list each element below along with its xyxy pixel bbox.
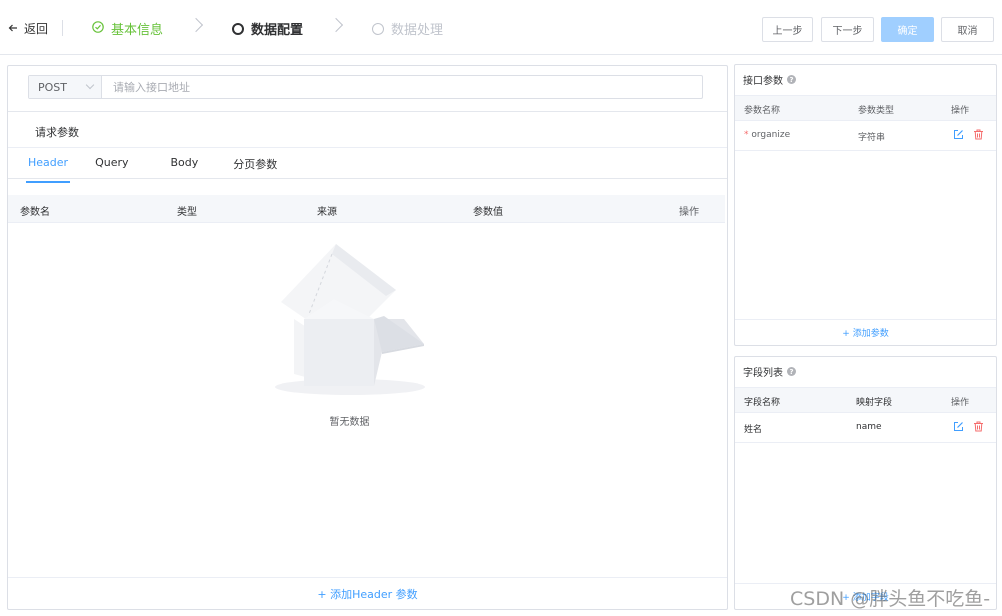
panel-title: 字段列表 ?: [743, 364, 796, 379]
step-basic-info[interactable]: 基本信息: [92, 19, 163, 38]
panel-title: 接口参数 ?: [743, 72, 796, 87]
field-name: 姓名: [744, 425, 763, 435]
confirm-button[interactable]: 确定: [881, 17, 934, 42]
top-toolbar: 返回 基本信息 数据配置 数据处理 上一步 下一步 确定 取消: [0, 0, 1002, 55]
interface-params-panel: 接口参数 ? 参数名称 参数类型 操作 * organize 字符串 + 添加参…: [734, 64, 997, 346]
required-mark: *: [744, 130, 749, 140]
column-header: 参数类型: [858, 106, 895, 116]
divider: [8, 147, 727, 148]
param-name-cell: * organize: [744, 130, 790, 140]
param-type: 字符串: [858, 133, 886, 143]
circle-icon: [372, 22, 384, 35]
empty-box-illustration: [274, 244, 426, 399]
column-header: 参数名称: [744, 106, 781, 116]
next-step-button[interactable]: 下一步: [821, 17, 874, 42]
question-icon[interactable]: ?: [787, 75, 796, 84]
field-mapping: name: [856, 422, 882, 432]
add-param-button[interactable]: + 添加参数: [735, 319, 996, 345]
section-title: 请求参数: [35, 126, 79, 139]
table-header: 字段名称 映射字段 操作: [735, 387, 996, 413]
prev-step-button[interactable]: 上一步: [762, 17, 813, 42]
back-label: 返回: [24, 22, 49, 36]
chevron-right-icon: [188, 17, 204, 33]
delete-icon[interactable]: [973, 421, 984, 435]
param-name: organize: [751, 130, 791, 140]
step-label: 数据处理: [391, 23, 444, 38]
column-header: 操作: [679, 207, 699, 218]
method-value: POST: [38, 80, 67, 94]
method-select[interactable]: POST: [29, 76, 102, 98]
chevron-down-icon: [85, 80, 95, 90]
column-header: 字段名称: [744, 398, 781, 408]
edit-icon[interactable]: [953, 129, 964, 143]
field-list-panel: 字段列表 ? 字段名称 映射字段 操作 姓名 name + 添加字段: [734, 356, 997, 610]
panel-title-text: 字段列表: [743, 368, 783, 379]
table-header: 参数名称 参数类型 操作: [735, 95, 996, 121]
cancel-button[interactable]: 取消: [941, 17, 994, 42]
column-header: 类型: [177, 207, 197, 218]
step-data-config[interactable]: 数据配置: [232, 19, 303, 38]
circle-icon: [232, 22, 244, 35]
column-header: 参数值: [473, 207, 503, 218]
step-label: 数据配置: [251, 23, 304, 38]
request-config-panel: POST 请求参数 Header Query Body 分页参数 参数名 类型 …: [7, 65, 728, 610]
panel-title-text: 接口参数: [743, 76, 783, 87]
check-circle-icon: [92, 20, 104, 37]
arrow-left-icon: [8, 22, 18, 36]
watermark: CSDN @胖头鱼不吃鱼-: [790, 588, 991, 610]
tabs-underline: [8, 178, 727, 179]
empty-text: 暂无数据: [329, 417, 370, 428]
question-icon[interactable]: ?: [787, 367, 796, 376]
url-input-group: POST: [28, 75, 703, 99]
table-row: * organize 字符串: [735, 121, 996, 151]
edit-icon[interactable]: [953, 421, 964, 435]
column-header: 映射字段: [856, 398, 893, 408]
step-data-process[interactable]: 数据处理: [372, 19, 443, 38]
chevron-right-icon: [328, 17, 344, 33]
divider: [8, 111, 727, 112]
table-row: 姓名 name: [735, 413, 996, 443]
back-button[interactable]: 返回: [8, 20, 48, 37]
divider: [62, 20, 63, 36]
url-input[interactable]: [102, 76, 702, 98]
delete-icon[interactable]: [973, 129, 984, 143]
column-header: 操作: [951, 398, 970, 408]
add-header-param-button[interactable]: + 添加Header 参数: [8, 577, 727, 609]
column-header: 来源: [317, 207, 337, 218]
column-header: 参数名: [20, 207, 50, 218]
step-label: 基本信息: [111, 23, 164, 38]
table-header: 参数名 类型 来源 参数值 操作: [8, 195, 725, 223]
column-header: 操作: [951, 106, 970, 116]
